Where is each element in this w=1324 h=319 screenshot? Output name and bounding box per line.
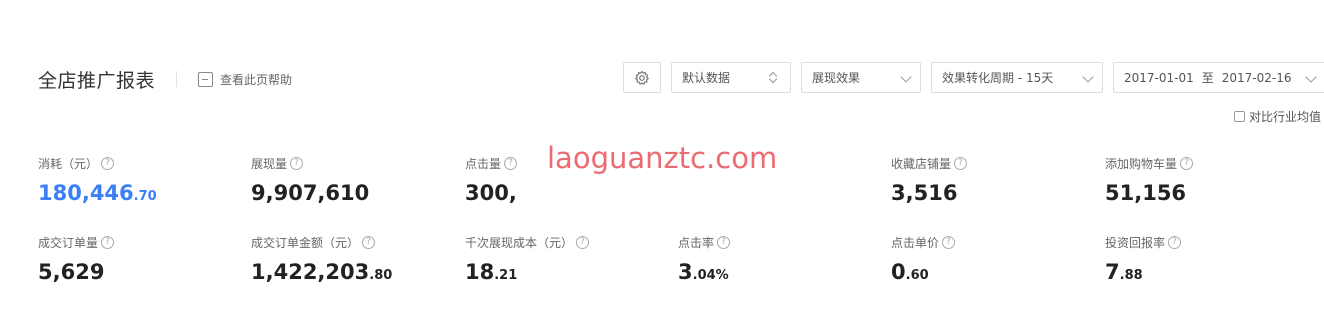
metric-value-dec: .21	[494, 268, 518, 283]
help-doc-icon	[198, 71, 214, 87]
metric-value: 18.21	[465, 260, 665, 284]
date-range-picker[interactable]: 2017-01-01 至 2017-02-16	[1113, 62, 1324, 93]
metric-value-int: 1,422,203	[251, 260, 370, 284]
question-icon[interactable]: ?	[954, 157, 968, 170]
metric-value-int: 3,516	[891, 181, 958, 205]
metric-label: 添加购物车量	[1105, 157, 1178, 171]
question-icon[interactable]: ?	[101, 236, 115, 249]
metric-label: 收藏店铺量	[891, 157, 952, 171]
metric-value: 300,	[465, 181, 665, 205]
metric-label: 成交订单金额（元）	[251, 236, 360, 250]
question-icon[interactable]: ?	[1168, 236, 1182, 249]
metric-shop-favorites: 收藏店铺量? 3,516	[891, 155, 1091, 205]
metric-value-dec: .04%	[692, 268, 729, 283]
metric-label: 投资回报率	[1105, 236, 1166, 250]
metric-value: 180,446.70	[38, 181, 238, 205]
metric-value: 3,516	[891, 181, 1091, 205]
metric-value: 51,156	[1105, 181, 1305, 205]
metric-value-int: 180,446	[38, 181, 134, 205]
question-icon[interactable]: ?	[290, 157, 304, 170]
data-select-value: 默认数据	[682, 71, 731, 85]
question-icon[interactable]: ?	[362, 236, 376, 249]
period-select[interactable]: 效果转化周期 - 15天	[931, 62, 1103, 93]
metric-value-dec: .88	[1119, 268, 1143, 283]
metric-value-int: 9,907,610	[251, 181, 370, 205]
metric-cpm: 千次展现成本（元）? 18.21	[465, 234, 665, 284]
gear-icon	[634, 70, 650, 85]
metric-value: 7.88	[1105, 260, 1305, 284]
chevron-down-icon	[1082, 71, 1094, 83]
metric-cost: 消耗（元）? 180,446.70	[38, 155, 238, 205]
help-link[interactable]: 查看此页帮助	[198, 71, 292, 88]
compare-industry-toggle[interactable]: 对比行业均值	[1233, 108, 1321, 125]
metric-label: 千次展现成本（元）	[465, 236, 574, 250]
metric-label: 成交订单量	[38, 236, 99, 250]
metric-value-dec: .80	[369, 268, 393, 283]
date-start: 2017-01-01	[1124, 70, 1194, 85]
metric-value: 0.60	[891, 260, 1091, 284]
question-icon[interactable]: ?	[942, 236, 956, 249]
metric-label: 点击量	[465, 157, 502, 171]
metric-impressions: 展现量? 9,907,610	[251, 155, 451, 205]
metric-value-int: 5,629	[38, 260, 105, 284]
chevron-down-icon	[1305, 71, 1317, 83]
page-title: 全店推广报表	[38, 69, 156, 92]
chevron-down-icon	[900, 71, 912, 83]
report-controls: 默认数据 展现效果 效果转化周期 - 15天 2017-01-01 至 2017…	[623, 62, 1324, 93]
metric-label: 点击率	[678, 236, 715, 250]
metric-cpc: 点击单价? 0.60	[891, 234, 1091, 284]
metric-ctr: 点击率? 3.04%	[678, 234, 878, 284]
metric-label: 消耗（元）	[38, 157, 99, 171]
metric-orders: 成交订单量? 5,629	[38, 234, 238, 284]
metric-add-to-cart: 添加购物车量? 51,156	[1105, 155, 1305, 205]
date-end: 2017-02-16	[1221, 70, 1292, 85]
display-select-value: 展现效果	[812, 71, 861, 85]
compare-label: 对比行业均值	[1248, 110, 1321, 124]
settings-button[interactable]	[623, 62, 661, 93]
metric-value: 5,629	[38, 260, 238, 284]
data-select[interactable]: 默认数据	[671, 62, 791, 93]
compare-checkbox[interactable]	[1233, 111, 1245, 122]
metric-value-int: 300,	[465, 181, 517, 205]
metric-value-int: 7	[1105, 260, 1120, 284]
metric-value: 9,907,610	[251, 181, 451, 205]
metric-value: 3.04%	[678, 260, 878, 284]
metric-value-int: 0	[891, 260, 906, 284]
period-select-value: 效果转化周期 - 15天	[942, 71, 1054, 85]
question-icon[interactable]: ?	[101, 157, 115, 170]
metric-label: 点击单价	[891, 236, 940, 250]
sort-arrows-icon	[768, 70, 778, 86]
question-icon[interactable]: ?	[1180, 157, 1194, 170]
display-select[interactable]: 展现效果	[801, 62, 921, 93]
metric-value-dec: .60	[905, 268, 929, 283]
title-divider	[176, 71, 178, 87]
metric-label: 展现量	[251, 157, 288, 171]
metric-clicks: 点击量? 300,	[465, 155, 665, 205]
help-link-label: 查看此页帮助	[220, 72, 293, 87]
question-icon[interactable]: ?	[717, 236, 731, 249]
date-separator: 至	[1201, 71, 1214, 85]
metric-value-int: 3	[678, 260, 693, 284]
metric-value-int: 51,156	[1105, 181, 1187, 205]
metric-order-amount: 成交订单金额（元）? 1,422,203.80	[251, 234, 451, 284]
question-icon[interactable]: ?	[504, 157, 518, 170]
metric-value-int: 18	[465, 260, 495, 284]
report-header: 全店推广报表 查看此页帮助	[38, 64, 292, 94]
metric-value-dec: .70	[133, 189, 157, 204]
metric-value: 1,422,203.80	[251, 260, 451, 284]
metric-roi: 投资回报率? 7.88	[1105, 234, 1305, 284]
question-icon[interactable]: ?	[576, 236, 590, 249]
